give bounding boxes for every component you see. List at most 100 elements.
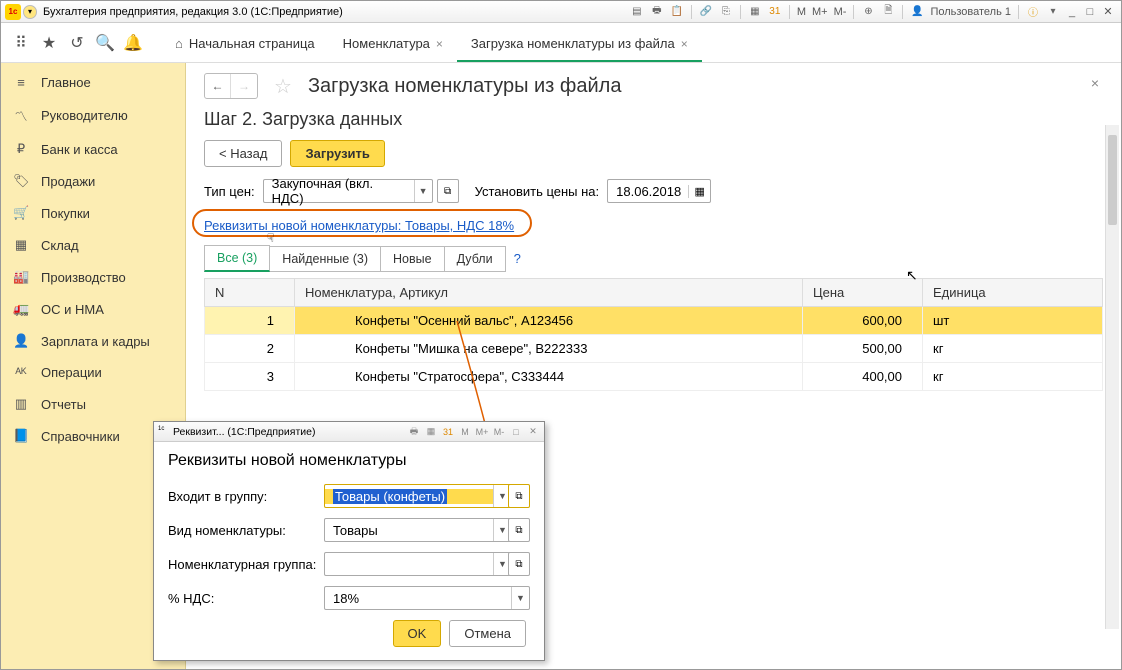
group-label: Входит в группу: xyxy=(168,489,324,504)
maximize-button[interactable]: □ xyxy=(1082,5,1098,19)
cell-nom: Конфеты "Осенний вальс", A123456 xyxy=(295,307,803,335)
group-select[interactable]: Товары (конфеты) ▼ xyxy=(324,484,512,508)
title-bar: 1c ▾ Бухгалтерия предприятия, редакция 3… xyxy=(1,1,1121,23)
star-icon[interactable]: ★ xyxy=(35,29,63,57)
sidebar-assets[interactable]: 🚛ОС и НМА xyxy=(1,293,185,325)
type-select[interactable]: Товары ▼ xyxy=(324,518,512,542)
info-icon[interactable]: ⓘ xyxy=(1025,4,1041,20)
set-price-date-label: Установить цены на: xyxy=(475,184,600,199)
help-icon[interactable]: ? xyxy=(514,251,521,266)
print-preview-icon[interactable]: ▤ xyxy=(629,4,645,20)
m-plus-button[interactable]: M+ xyxy=(475,425,489,439)
dropdown-icon[interactable]: ▼ xyxy=(511,587,529,609)
scrollbar-thumb[interactable] xyxy=(1108,135,1117,225)
print-icon[interactable]: 🖶 xyxy=(407,425,421,439)
sidebar-operations[interactable]: ᴬᴷОперации xyxy=(1,357,185,388)
zoom-icon[interactable]: ⊕ xyxy=(860,4,876,20)
nav-back-button[interactable]: ← xyxy=(205,74,231,98)
nav-forward-button[interactable]: → xyxy=(231,74,257,98)
clipboard-icon[interactable]: 📋 xyxy=(669,4,685,20)
subtab-all[interactable]: Все (3) xyxy=(204,245,270,272)
table-row[interactable]: 3 Конфеты "Стратосфера", C333444 400,00 … xyxy=(205,363,1103,391)
minimize-button[interactable]: _ xyxy=(1064,5,1080,19)
link-icon[interactable]: 🔗 xyxy=(698,4,714,20)
compare-icon[interactable]: ⎘ xyxy=(718,4,734,20)
top-toolbar: ⠿ ★ ↺ 🔍 🔔 ⌂ Начальная страница Номенклат… xyxy=(1,23,1121,63)
maximize-button[interactable]: □ xyxy=(509,425,523,439)
subtab-duplicates[interactable]: Дубли xyxy=(445,246,506,272)
calc-icon[interactable]: ▦ xyxy=(424,425,438,439)
close-icon[interactable]: × xyxy=(436,37,443,51)
search-icon[interactable]: 🔍 xyxy=(91,29,119,57)
sidebar-production[interactable]: 🏭Производство xyxy=(1,261,185,293)
ok-button[interactable]: OK xyxy=(393,620,442,647)
table-row[interactable]: 1 Конфеты "Осенний вальс", A123456 600,0… xyxy=(205,307,1103,335)
sidebar-sales[interactable]: 🏷Продажи xyxy=(1,165,185,197)
vat-select[interactable]: 18% ▼ xyxy=(324,586,530,610)
modal-nomenclature-props: 1c Реквизит... (1С:Предприятие) 🖶 ▦ 31 M… xyxy=(153,421,545,661)
sidebar-label: Отчеты xyxy=(41,397,86,412)
open-external-button[interactable]: ⧉ xyxy=(508,552,530,576)
calendar-icon[interactable]: 31 xyxy=(441,425,455,439)
info-drop-icon[interactable]: ▾ xyxy=(1045,4,1061,20)
m-minus-button[interactable]: M- xyxy=(834,6,847,18)
hand-cursor-icon: ☟ xyxy=(267,231,274,245)
tab-nomenclature[interactable]: Номенклатура × xyxy=(329,26,457,62)
print-icon[interactable]: 🖶 xyxy=(649,4,665,20)
sidebar-main[interactable]: ≡Главное xyxy=(1,67,185,98)
open-external-button[interactable]: ⧉ xyxy=(508,484,530,508)
dropdown-icon[interactable]: ▼ xyxy=(414,180,432,202)
cell-nom: Конфеты "Мишка на севере", B222333 xyxy=(295,335,803,363)
cancel-button[interactable]: Отмена xyxy=(449,620,526,647)
back-button[interactable]: < Назад xyxy=(204,140,282,167)
history-icon[interactable]: ↺ xyxy=(63,29,91,57)
cell-price: 400,00 xyxy=(803,363,923,391)
nomgroup-select[interactable]: ▼ xyxy=(324,552,512,576)
calendar-icon[interactable]: ▦ xyxy=(688,185,710,198)
m-button[interactable]: M xyxy=(797,6,806,18)
close-icon[interactable]: × xyxy=(681,37,688,51)
sidebar-label: Справочники xyxy=(41,429,120,444)
sidebar-purchases[interactable]: 🛒Покупки xyxy=(1,197,185,229)
price-type-value: Закупочная (вкл. НДС) xyxy=(264,176,414,206)
user-label: Пользователь 1 xyxy=(930,6,1011,18)
price-type-select[interactable]: Закупочная (вкл. НДС) ▼ xyxy=(263,179,433,203)
sidebar-salary[interactable]: 👤Зарплата и кадры xyxy=(1,325,185,357)
m-button[interactable]: M xyxy=(458,425,472,439)
apps-icon[interactable]: ⠿ xyxy=(7,29,35,57)
type-label: Вид номенклатуры: xyxy=(168,523,324,538)
table-row[interactable]: 2 Конфеты "Мишка на севере", B222333 500… xyxy=(205,335,1103,363)
scrollbar[interactable] xyxy=(1105,125,1119,629)
m-plus-button[interactable]: M+ xyxy=(812,6,828,18)
factory-icon: 🏭 xyxy=(13,269,29,285)
app-logo-icon: 1c xyxy=(5,4,21,20)
subtab-new[interactable]: Новые xyxy=(381,246,445,272)
load-button[interactable]: Загрузить xyxy=(290,140,384,167)
tab-load-from-file[interactable]: Загрузка номенклатуры из файла × xyxy=(457,26,702,62)
sidebar-label: Покупки xyxy=(41,206,90,221)
m-minus-button[interactable]: M- xyxy=(492,425,506,439)
vat-value: 18% xyxy=(325,591,511,606)
open-external-button[interactable]: ⧉ xyxy=(437,179,459,203)
close-button[interactable]: ✕ xyxy=(1100,5,1116,19)
subtab-found[interactable]: Найденные (3) xyxy=(270,246,381,272)
sidebar-bank[interactable]: ₽Банк и касса xyxy=(1,133,185,165)
group-value: Товары (конфеты) xyxy=(325,489,493,504)
calc-icon[interactable]: ▦ xyxy=(747,4,763,20)
tab-home[interactable]: ⌂ Начальная страница xyxy=(161,26,329,62)
date-input[interactable]: 18.06.2018 ▦ xyxy=(607,179,711,203)
calendar-icon[interactable]: 31 xyxy=(767,4,783,20)
favorite-icon[interactable]: ☆ xyxy=(274,74,292,99)
open-external-button[interactable]: ⧉ xyxy=(508,518,530,542)
tab-home-label: Начальная страница xyxy=(189,36,315,51)
bell-icon[interactable]: 🔔 xyxy=(119,29,147,57)
sidebar-manager[interactable]: 〽Руководителю xyxy=(1,98,185,133)
sidebar-reports[interactable]: ▥Отчеты xyxy=(1,388,185,420)
doc-icon[interactable]: 🗎 xyxy=(880,4,896,20)
close-page-button[interactable]: × xyxy=(1091,75,1099,91)
close-button[interactable]: ✕ xyxy=(526,425,540,439)
nomgroup-label: Номенклатурная группа: xyxy=(168,557,324,572)
sidebar-warehouse[interactable]: ▦Склад xyxy=(1,229,185,261)
new-nomenclature-link[interactable]: Реквизиты новой номенклатуры: Товары, НД… xyxy=(204,218,514,233)
app-menu-dropdown[interactable]: ▾ xyxy=(23,5,37,19)
